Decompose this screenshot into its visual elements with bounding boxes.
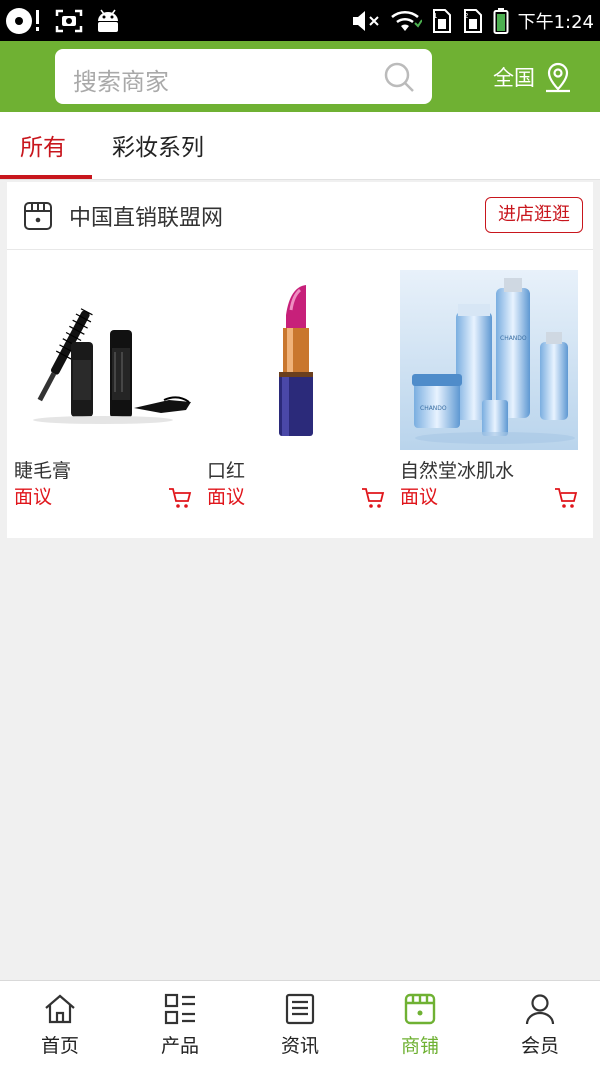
svg-text:1: 1 [433,12,437,20]
tab-active-indicator [0,175,92,179]
region-label: 全国 [493,66,535,90]
product-name[interactable]: 自然堂冰肌水 [400,456,514,483]
screenshot-icon [55,9,83,33]
product-name[interactable]: 口红 [207,456,245,483]
store-card: 中国直销联盟网 进店逛逛 睫毛膏 面议 口红 面议 CHANDO CHANDO … [7,182,593,538]
cart-icon[interactable] [554,487,578,509]
search-input[interactable]: 搜索商家 [55,49,432,104]
search-icon[interactable] [383,61,415,93]
product-name[interactable]: 睫毛膏 [14,456,71,483]
member-icon [525,994,555,1025]
nav-shop[interactable]: 商铺 [360,981,480,1067]
product-price: 面议 [400,486,439,508]
category-tabs: 所有 彩妆系列 [0,112,600,180]
bottom-nav: 首页 产品 资讯 商铺 会员 [0,980,600,1067]
header-bar: 搜索商家 全国 [0,41,600,112]
nav-label: 商铺 [400,1035,439,1057]
mute-icon [352,11,379,31]
product-price: 面议 [14,486,53,508]
sim1-icon: 1 [432,9,451,33]
nav-home[interactable]: 首页 [0,981,120,1067]
nav-label: 产品 [160,1035,199,1057]
home-icon [45,994,75,1024]
store-name[interactable]: 中国直销联盟网 [69,200,223,232]
svg-text:2: 2 [464,12,468,20]
cart-icon[interactable] [361,487,385,509]
nav-news[interactable]: 资讯 [240,981,360,1067]
store-icon [24,202,52,230]
brand-text: CHANDO [500,335,527,342]
product-list-icon [164,993,195,1025]
nav-label: 首页 [40,1035,79,1057]
search-placeholder: 搜索商家 [73,68,169,96]
product-card[interactable]: 睫毛膏 面议 [14,270,192,520]
location-pin-icon [546,62,570,93]
region-selector[interactable]: 全国 [493,59,573,95]
product-card[interactable]: 口红 面议 [207,270,385,520]
product-card[interactable]: CHANDO CHANDO 自然堂冰肌水 面议 [400,270,578,520]
brand-text: CHANDO [420,405,447,412]
shop-icon [404,993,436,1025]
nav-products[interactable]: 产品 [120,981,240,1067]
tab-all[interactable]: 所有 [20,128,66,162]
cart-icon[interactable] [168,487,192,509]
tab-makeup-series[interactable]: 彩妆系列 [112,128,204,162]
disc-icon [6,8,39,34]
nav-label: 资讯 [280,1035,319,1057]
nav-label: 会员 [520,1035,559,1057]
status-bar: 1 2 下午1:24 [0,0,600,41]
mascara-image[interactable] [14,270,192,450]
battery-icon [493,8,509,34]
lipstick-image[interactable] [207,270,385,450]
sim2-icon: 2 [463,9,482,33]
skincare-bottles-image[interactable]: CHANDO CHANDO [400,270,578,450]
visit-store-button[interactable]: 进店逛逛 [485,197,583,233]
nav-member[interactable]: 会员 [480,981,600,1067]
clock: 下午1:24 [517,12,594,33]
product-price: 面议 [207,486,246,508]
store-header: 中国直销联盟网 进店逛逛 [7,182,593,250]
news-icon [285,993,315,1025]
android-icon [98,9,118,32]
wifi-icon [390,10,422,31]
